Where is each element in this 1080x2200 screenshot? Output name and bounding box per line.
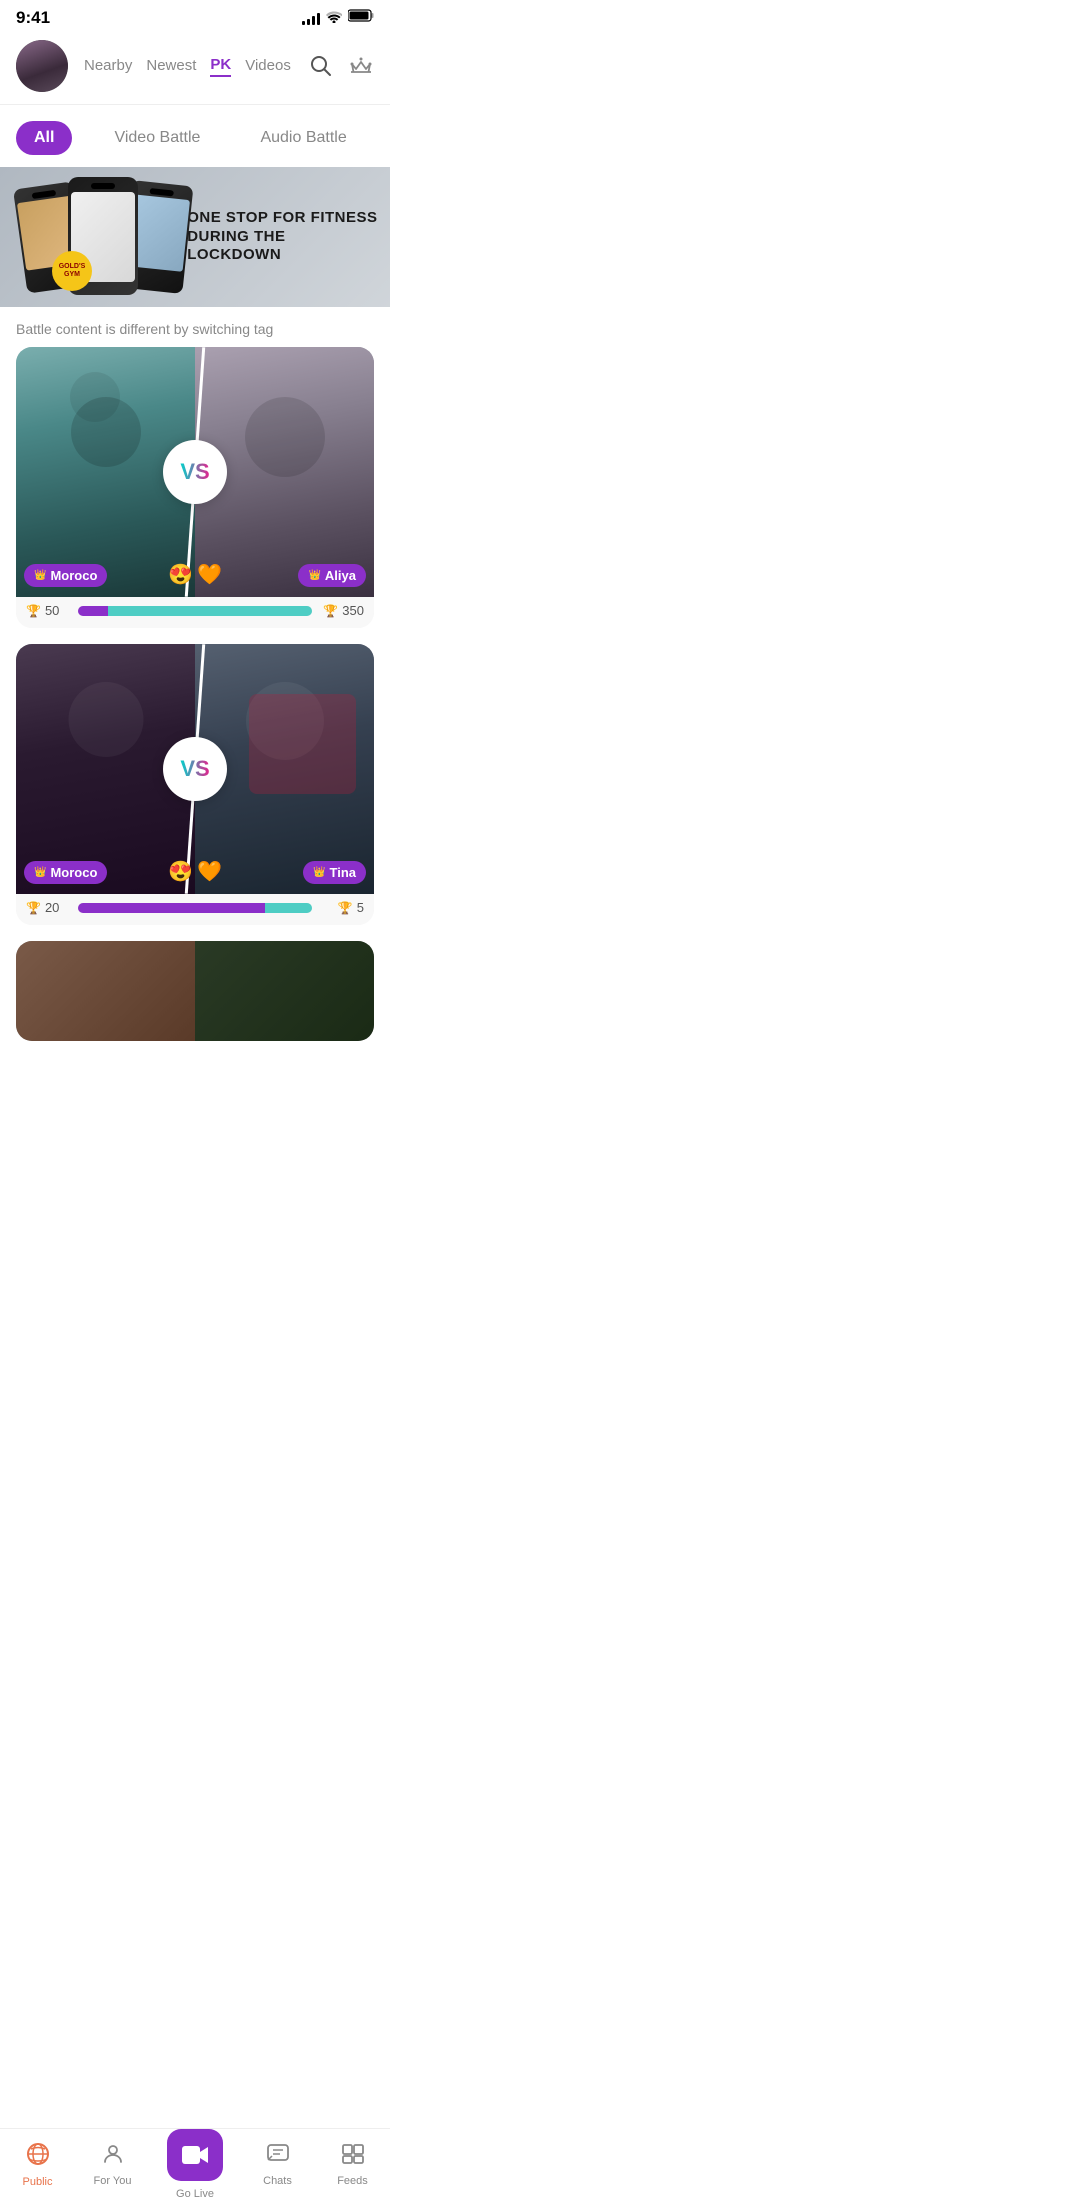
crown-icon-right-2: 👑 xyxy=(313,867,325,878)
banner-line1: ONE STOP FOR FITNESS xyxy=(187,209,378,228)
progress-track-1 xyxy=(78,606,312,616)
bottom-nav: Public For You Go Live xyxy=(0,2128,390,2200)
battle-emoji-1: 😍 🧡 xyxy=(168,562,222,587)
vs-circle-2: VS xyxy=(163,737,227,801)
nav-go-live[interactable]: Go Live xyxy=(150,2129,240,2200)
left-player-name-1: Moroco xyxy=(50,568,97,583)
left-name-badge-1: 👑 Moroco xyxy=(24,564,107,587)
search-button[interactable] xyxy=(307,52,335,80)
tab-newest[interactable]: Newest xyxy=(146,57,196,76)
score-right-2: 🏆 5 xyxy=(312,900,364,915)
prog-fill-left-1 xyxy=(78,606,108,616)
promo-banner[interactable]: GOLD'SGYM ONE STOP FOR FITNESS DURING TH… xyxy=(0,167,390,307)
battle-card-2[interactable]: 👑 Moroco 👑 Tina VS 😍 xyxy=(16,644,374,925)
emoji-left-2: 😍 xyxy=(168,859,193,884)
score-value-right-2: 5 xyxy=(357,900,364,915)
right-player-name-2: Tina xyxy=(330,865,357,880)
partial-right xyxy=(195,941,374,1041)
emoji-right-2: 🧡 xyxy=(197,859,222,884)
crown-icon-left-1: 👑 xyxy=(34,570,46,581)
battle-card-1[interactable]: 👑 Moroco 👑 Aliya VS 😍 🧡 xyxy=(16,347,374,628)
score-value-left-2: 20 xyxy=(45,900,59,915)
progress-bar-2: 🏆 20 🏆 5 xyxy=(16,894,374,925)
battery-icon xyxy=(348,9,374,27)
avatar[interactable] xyxy=(16,40,68,92)
crown-button[interactable] xyxy=(347,52,375,80)
filter-audio-battle[interactable]: Audio Battle xyxy=(242,121,364,155)
feeds-icon xyxy=(341,2142,365,2172)
battle-emoji-2: 😍 🧡 xyxy=(168,859,222,884)
banner-line2: DURING THE LOCKDOWN xyxy=(187,228,378,266)
progress-bar-1: 🏆 50 🏆 350 xyxy=(16,597,374,628)
go-live-button[interactable] xyxy=(167,2129,223,2181)
score-value-left-1: 50 xyxy=(45,603,59,618)
public-label: Public xyxy=(23,2176,53,2188)
vs-text-2: VS xyxy=(180,756,209,782)
left-player-name-2: Moroco xyxy=(50,865,97,880)
status-icons xyxy=(302,9,374,27)
nav-chats[interactable]: Chats xyxy=(240,2129,315,2200)
partial-left xyxy=(16,941,195,1041)
battle-card-3-partial[interactable] xyxy=(16,941,374,1041)
for-you-icon xyxy=(101,2142,125,2172)
wifi-icon xyxy=(326,11,342,26)
vs-circle-1: VS xyxy=(163,440,227,504)
crown-icon-left-2: 👑 xyxy=(34,867,46,878)
status-time: 9:41 xyxy=(16,8,50,28)
score-left-1: 🏆 50 xyxy=(26,603,78,618)
go-live-label: Go Live xyxy=(176,2188,214,2200)
status-bar: 9:41 xyxy=(0,0,390,32)
right-name-badge-2: 👑 Tina xyxy=(303,861,366,884)
tab-videos[interactable]: Videos xyxy=(245,57,291,76)
right-player-name-1: Aliya xyxy=(325,568,356,583)
prog-fill-right-1 xyxy=(108,606,312,616)
filter-video-battle[interactable]: Video Battle xyxy=(96,121,218,155)
header-nav: Nearby Newest PK Videos xyxy=(0,32,390,105)
for-you-label: For You xyxy=(94,2175,132,2187)
battle-vs-1: 👑 Moroco 👑 Aliya VS 😍 🧡 xyxy=(16,347,374,597)
score-left-2: 🏆 20 xyxy=(26,900,78,915)
left-name-badge-2: 👑 Moroco xyxy=(24,861,107,884)
score-right-1: 🏆 350 xyxy=(312,603,364,618)
banner-phones: GOLD'SGYM xyxy=(0,167,187,307)
nav-for-you[interactable]: For You xyxy=(75,2129,150,2200)
feeds-label: Feeds xyxy=(337,2175,368,2187)
chats-icon xyxy=(266,2142,290,2172)
emoji-right-1: 🧡 xyxy=(197,562,222,587)
tab-pk[interactable]: PK xyxy=(210,56,231,77)
nav-tabs: Nearby Newest PK Videos xyxy=(84,56,291,77)
signal-icon xyxy=(302,11,320,25)
battle-vs-2: 👑 Moroco 👑 Tina VS 😍 xyxy=(16,644,374,894)
partial-battle-inner xyxy=(16,941,374,1041)
header-icons xyxy=(307,52,375,80)
progress-track-2 xyxy=(78,903,312,913)
public-icon xyxy=(25,2141,51,2173)
scroll-area: GOLD'SGYM ONE STOP FOR FITNESS DURING TH… xyxy=(0,167,390,1137)
filter-all[interactable]: All xyxy=(16,121,72,155)
emoji-left-1: 😍 xyxy=(168,562,193,587)
trophy-icon-right-1: 🏆 xyxy=(323,604,338,618)
nav-public[interactable]: Public xyxy=(0,2129,75,2200)
tab-nearby[interactable]: Nearby xyxy=(84,57,132,76)
trophy-icon-right-2: 🏆 xyxy=(338,901,353,915)
banner-text: ONE STOP FOR FITNESS DURING THE LOCKDOWN xyxy=(187,209,390,265)
score-value-right-1: 350 xyxy=(342,603,364,618)
prog-fill-right-2 xyxy=(265,903,312,913)
trophy-icon-left-1: 🏆 xyxy=(26,604,41,618)
crown-icon-right-1: 👑 xyxy=(308,570,320,581)
prog-fill-left-2 xyxy=(78,903,265,913)
golds-gym-logo: GOLD'SGYM xyxy=(52,251,92,291)
chats-label: Chats xyxy=(263,2175,292,2187)
right-name-badge-1: 👑 Aliya xyxy=(298,564,366,587)
filter-row: All Video Battle Audio Battle xyxy=(0,105,390,167)
hint-text: Battle content is different by switching… xyxy=(0,307,390,347)
nav-feeds[interactable]: Feeds xyxy=(315,2129,390,2200)
vs-text-1: VS xyxy=(180,459,209,485)
trophy-icon-left-2: 🏆 xyxy=(26,901,41,915)
